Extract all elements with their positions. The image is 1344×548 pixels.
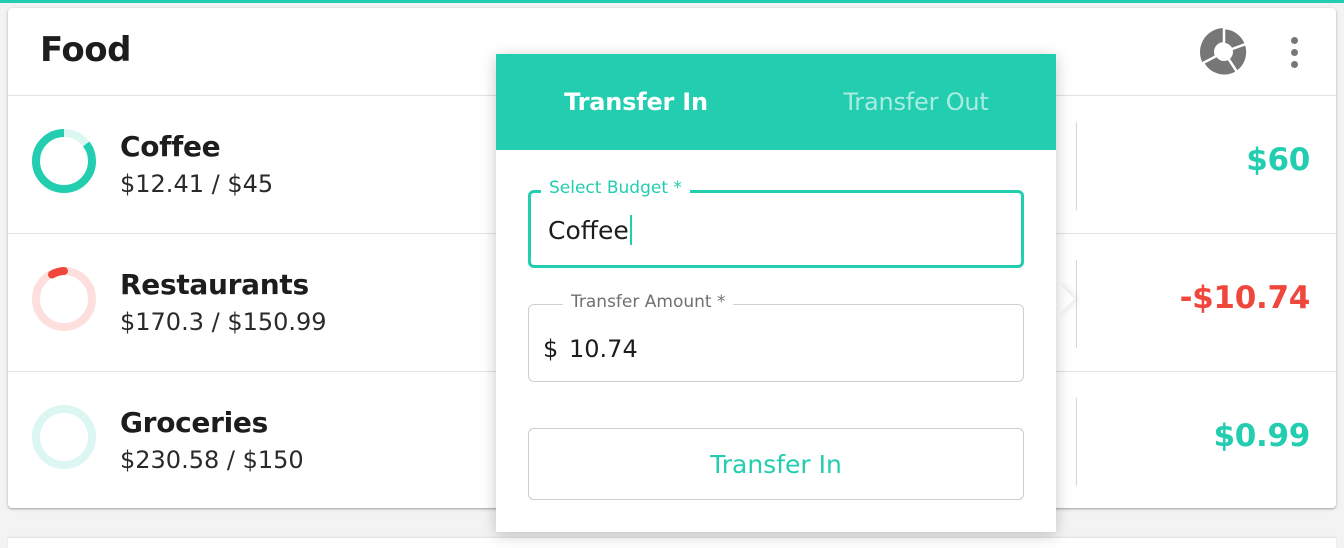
budget-remaining: $0.99 bbox=[1213, 418, 1310, 454]
budget-name: Restaurants bbox=[120, 268, 309, 301]
divider bbox=[1076, 122, 1077, 210]
budget-spent: $170.3 / $150.99 bbox=[120, 308, 327, 336]
currency-prefix: $ bbox=[543, 335, 559, 363]
transfer-amount-input[interactable]: 10.74 bbox=[569, 335, 638, 363]
more-options-button[interactable] bbox=[1276, 26, 1312, 78]
transfer-amount-label: Transfer Amount * bbox=[563, 291, 734, 313]
more-vertical-icon bbox=[1290, 36, 1298, 44]
progress-ring-icon bbox=[32, 129, 96, 193]
tab-transfer-out[interactable]: Transfer Out bbox=[776, 54, 1056, 150]
tab-transfer-in[interactable]: Transfer In bbox=[496, 54, 776, 150]
select-budget-input[interactable]: Coffee bbox=[548, 215, 632, 245]
budget-name: Coffee bbox=[120, 130, 221, 163]
pie-chart-button[interactable] bbox=[1198, 26, 1250, 78]
transfer-popover: Transfer In Transfer Out Select Budget *… bbox=[496, 54, 1056, 532]
transfer-in-button[interactable]: Transfer In bbox=[528, 428, 1024, 500]
select-budget-label: Select Budget * bbox=[541, 177, 690, 199]
divider bbox=[1076, 260, 1077, 348]
divider bbox=[1076, 398, 1077, 486]
select-budget-value: Coffee bbox=[548, 216, 629, 245]
top-accent-bar bbox=[0, 0, 1344, 3]
select-budget-field[interactable]: Select Budget * Coffee bbox=[528, 177, 1024, 268]
progress-ring-icon bbox=[32, 267, 96, 331]
text-caret bbox=[629, 215, 632, 245]
transfer-tabs: Transfer In Transfer Out bbox=[496, 54, 1056, 150]
budget-remaining: $60 bbox=[1246, 142, 1310, 178]
budget-spent: $230.58 / $150 bbox=[120, 446, 304, 474]
transfer-amount-field[interactable]: Transfer Amount * $ 10.74 bbox=[528, 291, 1024, 382]
more-vertical-icon-dot bbox=[1290, 48, 1298, 56]
more-vertical-icon-dot bbox=[1290, 60, 1298, 68]
next-card-edge bbox=[8, 538, 1336, 548]
pie-chart-icon bbox=[1200, 27, 1249, 77]
progress-ring-icon bbox=[32, 405, 96, 469]
budget-spent: $12.41 / $45 bbox=[120, 170, 274, 198]
budget-name: Groceries bbox=[120, 406, 268, 439]
card-title: Food bbox=[40, 30, 131, 70]
budget-remaining: -$10.74 bbox=[1179, 280, 1311, 316]
